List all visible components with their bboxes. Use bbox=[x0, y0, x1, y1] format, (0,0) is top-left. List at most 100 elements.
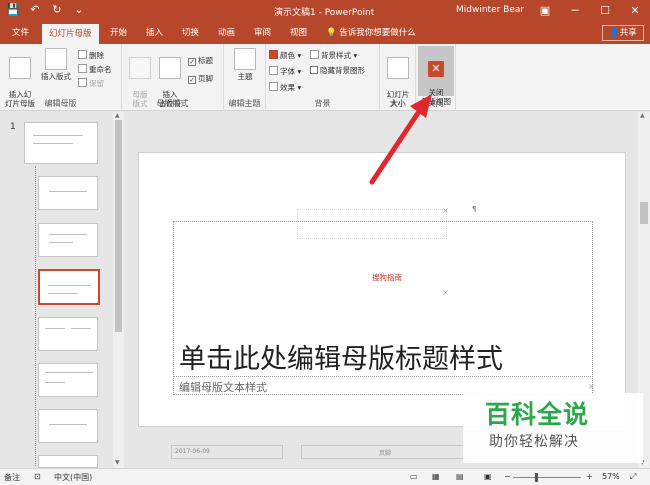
slide-sorter-icon[interactable]: ▦ bbox=[432, 472, 440, 481]
tab-animations[interactable]: 动画 bbox=[218, 26, 235, 44]
undo-icon[interactable]: ↶ bbox=[28, 3, 42, 16]
insert-layout-button[interactable]: 插入版式 bbox=[38, 48, 74, 81]
colors-dropdown[interactable]: 颜色 ▾ bbox=[269, 50, 301, 61]
effects-icon bbox=[269, 82, 278, 91]
ribbon-display-icon[interactable]: ▣ bbox=[530, 0, 560, 22]
slide-number: 1 bbox=[10, 122, 16, 132]
check-icon: ✓ bbox=[188, 76, 196, 84]
thumbnail-layout-4[interactable] bbox=[38, 317, 98, 351]
watermark-title: 百科全说 bbox=[485, 400, 590, 429]
spellcheck-icon[interactable]: ⊡ bbox=[34, 472, 41, 481]
scroll-down-icon[interactable]: ▼ bbox=[115, 459, 120, 466]
fit-slide-icon[interactable]: ⤢ bbox=[630, 472, 636, 482]
slideshow-icon[interactable]: ▣ bbox=[484, 472, 492, 481]
thumbnail-connector bbox=[35, 166, 36, 466]
person-icon: 👤 bbox=[609, 28, 620, 38]
notes-button[interactable]: 备注 bbox=[4, 472, 20, 483]
fonts-dropdown[interactable]: 字体 ▾ bbox=[269, 66, 301, 77]
center-label: 搜狗指南 bbox=[372, 273, 402, 282]
watermark: 百科全说 助你轻松解决 bbox=[463, 393, 643, 463]
preserve-button[interactable]: 保留 bbox=[78, 78, 104, 89]
effects-dropdown[interactable]: 效果 ▾ bbox=[269, 82, 301, 93]
close-x-icon: ✕ bbox=[428, 61, 444, 77]
master-title-text[interactable]: 单击此处编辑母版标题样式 bbox=[179, 337, 503, 376]
ribbon-tabs: 文件 幻灯片母版 开始 插入 切换 动画 审阅 视图 💡 告诉我你想要做什么 👤… bbox=[0, 22, 650, 44]
minimize-button[interactable]: ─ bbox=[560, 0, 590, 22]
zoom-slider-knob[interactable] bbox=[535, 473, 538, 482]
thumbnail-master[interactable] bbox=[24, 122, 98, 164]
bg-styles-label: 背景样式 bbox=[321, 51, 351, 60]
fonts-label: 字体 bbox=[280, 67, 295, 76]
customize-qat-icon[interactable]: ⌄ bbox=[72, 3, 86, 16]
zoom-slider[interactable] bbox=[513, 477, 581, 478]
bg-styles-icon bbox=[310, 50, 319, 59]
tab-transitions[interactable]: 切换 bbox=[182, 26, 199, 44]
rename-button[interactable]: 重命名 bbox=[78, 64, 112, 75]
thumbnails-scroll-thumb[interactable] bbox=[115, 120, 122, 332]
share-button[interactable]: 👤共享 bbox=[602, 25, 644, 41]
close-button[interactable]: ✕ bbox=[620, 0, 650, 22]
title-checkbox[interactable]: ✓ 标题 bbox=[188, 56, 213, 66]
scroll-up-icon[interactable]: ▲ bbox=[115, 112, 120, 119]
edit-scroll-thumb[interactable] bbox=[640, 202, 648, 224]
thumbnail-layout-selected[interactable] bbox=[38, 269, 100, 305]
close-master-view-button[interactable]: ✕ 关闭 母版视图 bbox=[418, 46, 454, 106]
placeholder-close-icon[interactable]: × bbox=[442, 206, 449, 215]
group-master-layout: 母版 版式 插入 占位符 ✓ 标题 ✓ 页脚 母版版式 bbox=[122, 44, 224, 111]
thumbnail-layout-1[interactable] bbox=[38, 176, 98, 210]
placeholder-close-icon[interactable]: × bbox=[442, 288, 449, 297]
title-bar: 💾 ↶ ↻ ⌄ 演示文稿1 - PowerPoint Midwinter Bea… bbox=[0, 0, 650, 22]
tab-view[interactable]: 视图 bbox=[290, 26, 307, 44]
thumbnails-scrollbar[interactable]: ▲ ▼ bbox=[113, 112, 124, 468]
colors-label: 颜色 bbox=[280, 51, 295, 60]
thumbnail-layout-7[interactable] bbox=[38, 455, 98, 468]
theme-button[interactable]: 主题 bbox=[229, 48, 261, 81]
slide-master-canvas[interactable]: × ¶ × 搜狗指南 单击此处编辑母版标题样式 编辑母版文本样式 × 2017-… bbox=[138, 152, 626, 459]
user-name[interactable]: Midwinter Bear bbox=[456, 5, 524, 15]
tell-me-box[interactable]: 💡 告诉我你想要做什么 bbox=[326, 26, 416, 44]
tab-file[interactable]: 文件 bbox=[12, 26, 29, 44]
tab-review[interactable]: 审阅 bbox=[254, 26, 271, 44]
master-body-text[interactable]: 编辑母版文本样式 bbox=[179, 379, 267, 395]
footer-checkbox-label: 页脚 bbox=[198, 74, 213, 83]
close-master-view-label: 关闭 母版视图 bbox=[421, 88, 451, 106]
zoom-in-icon[interactable]: + bbox=[586, 472, 593, 481]
bg-styles-dropdown[interactable]: 背景样式 ▾ bbox=[310, 50, 357, 61]
thumbnail-layout-2[interactable] bbox=[38, 223, 98, 257]
date-text: 2017-06-09 bbox=[175, 448, 210, 455]
insert-layout-label: 插入版式 bbox=[41, 72, 71, 81]
paragraph-mark: ¶ bbox=[472, 205, 477, 213]
window-title: 演示文稿1 - PowerPoint bbox=[274, 8, 375, 18]
delete-icon bbox=[78, 50, 87, 59]
language-indicator[interactable]: 中文(中国) bbox=[54, 472, 92, 483]
hide-bg-checkbox[interactable]: 隐藏背景图形 bbox=[310, 66, 365, 76]
zoom-out-icon[interactable]: − bbox=[504, 472, 511, 481]
floating-placeholder[interactable] bbox=[297, 209, 447, 239]
thumbnail-layout-5[interactable] bbox=[38, 363, 98, 397]
redo-icon[interactable]: ↻ bbox=[50, 3, 64, 16]
tab-insert[interactable]: 插入 bbox=[146, 26, 163, 44]
lightbulb-icon: 💡 bbox=[326, 28, 337, 38]
insert-layout-icon bbox=[45, 48, 67, 70]
rename-label: 重命名 bbox=[89, 65, 112, 74]
insert-slide-master-icon bbox=[9, 57, 31, 79]
maximize-button[interactable]: ☐ bbox=[590, 0, 620, 22]
title-checkbox-label: 标题 bbox=[198, 56, 213, 65]
scroll-up-icon[interactable]: ▲ bbox=[640, 112, 645, 119]
ribbon: 插入幻 灯片母版 插入版式 删除 重命名 保留 编辑母版 母版 版式 插入 占位… bbox=[0, 44, 650, 111]
reading-view-icon[interactable]: ▤ bbox=[456, 472, 464, 481]
placeholder-close-icon[interactable]: × bbox=[588, 382, 595, 391]
normal-view-icon[interactable]: ▭ bbox=[410, 472, 418, 481]
preserve-label: 保留 bbox=[89, 79, 104, 88]
zoom-level[interactable]: 57% bbox=[602, 472, 620, 481]
thumbnail-layout-6[interactable] bbox=[38, 409, 98, 443]
footer-checkbox[interactable]: ✓ 页脚 bbox=[188, 74, 213, 84]
preserve-icon bbox=[78, 78, 87, 87]
tab-slide-master[interactable]: 幻灯片母版 bbox=[42, 24, 99, 44]
watermark-subtitle: 助你轻松解决 bbox=[489, 434, 579, 450]
tab-home[interactable]: 开始 bbox=[110, 26, 127, 44]
save-icon[interactable]: 💾 bbox=[6, 3, 20, 16]
delete-button[interactable]: 删除 bbox=[78, 50, 104, 61]
status-bar: 备注 ⊡ 中文(中国) ▭ ▦ ▤ ▣ − + 57% ⤢ bbox=[0, 468, 650, 485]
tell-me-label: 告诉我你想要做什么 bbox=[339, 28, 416, 38]
